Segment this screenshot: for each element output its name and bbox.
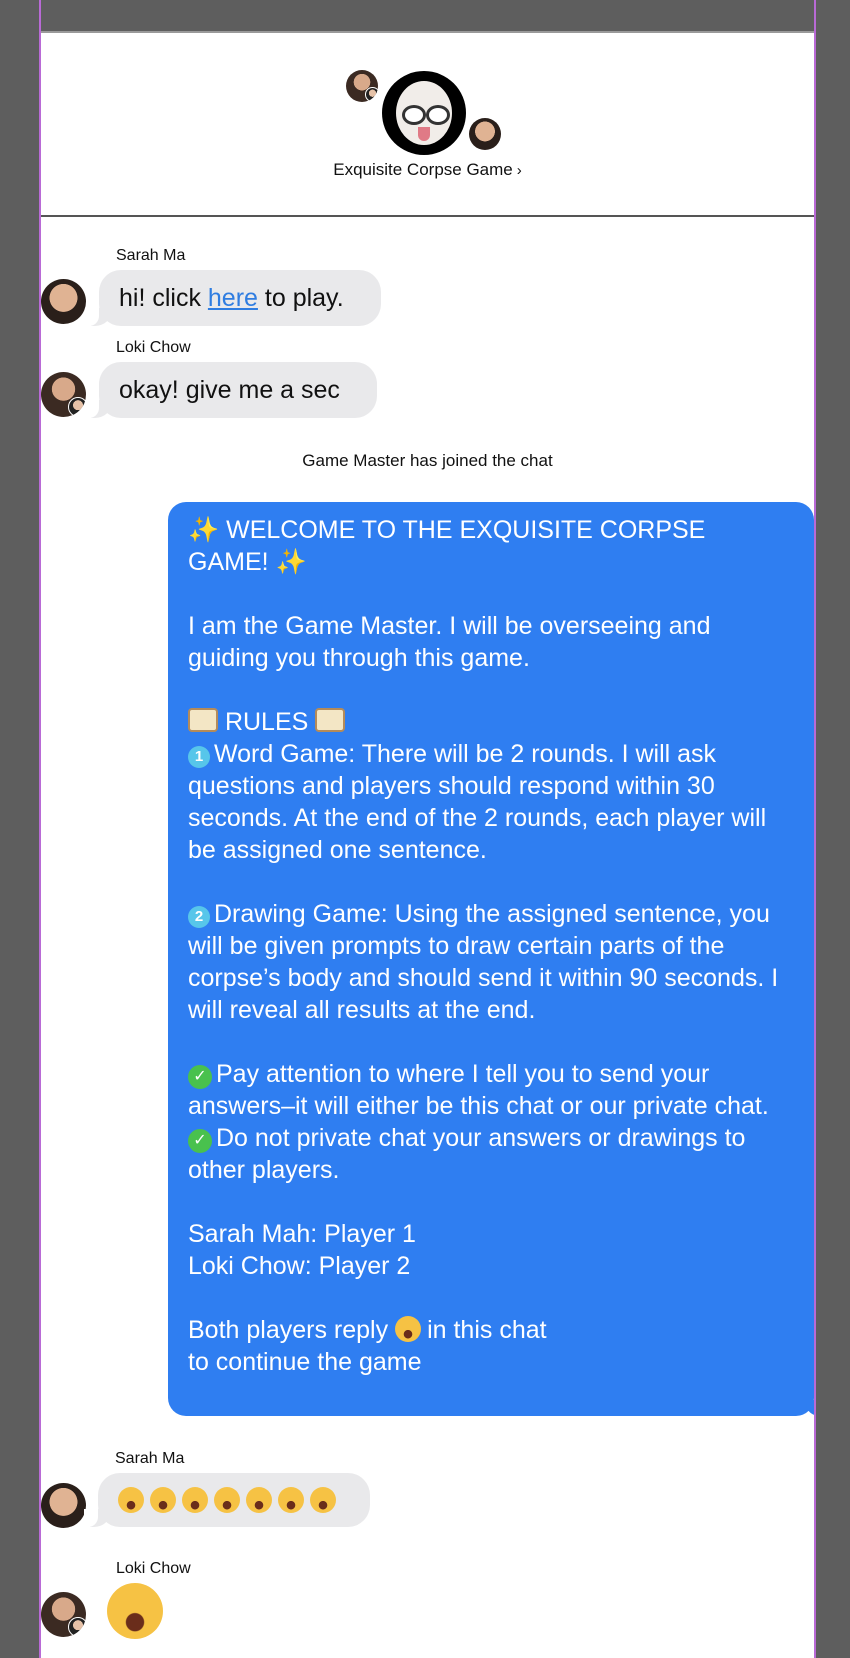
sparkles-icon: ✨ <box>275 548 307 576</box>
avatar[interactable] <box>41 372 86 417</box>
emoji-message-bubble <box>84 1473 370 1527</box>
check-mark-icon: ✓ <box>188 1129 212 1153</box>
message-bubble: hi! click here to play. <box>85 270 381 326</box>
closing-text: Both players reply <box>188 1316 389 1344</box>
welcome-title-2: GAME! <box>188 548 269 576</box>
avatar[interactable] <box>41 1592 86 1637</box>
avatar-small-right <box>469 118 501 150</box>
rule-two: Drawing Game: Using the assigned sentenc… <box>188 900 779 1024</box>
avatar[interactable] <box>41 279 86 324</box>
chevron-right-icon: › <box>516 162 522 179</box>
shocked-face-icon <box>107 1583 163 1639</box>
avatar[interactable] <box>41 1483 86 1528</box>
shocked-face-icon <box>150 1487 176 1513</box>
scroll-icon <box>188 708 218 732</box>
chat-header: Exquisite Corpse Game › <box>41 33 814 217</box>
emoji-row <box>118 1487 342 1513</box>
group-name: Exquisite Corpse Game <box>333 160 513 179</box>
keycap-one-icon: 1 <box>188 746 210 768</box>
shocked-face-icon <box>182 1487 208 1513</box>
sender-name: Loki Chow <box>116 1560 191 1577</box>
group-avatar-memoji[interactable] <box>382 71 466 155</box>
shocked-face-icon <box>310 1487 336 1513</box>
system-message: Game Master has joined the chat <box>302 451 553 470</box>
keycap-two-icon: 2 <box>188 906 210 928</box>
shocked-face-icon <box>118 1487 144 1513</box>
sparkles-icon: ✨ <box>188 516 220 544</box>
game-master-message: ✨ WELCOME TO THE EXQUISITE CORPSE GAME! … <box>168 502 814 1416</box>
message-text: hi! click <box>119 283 208 312</box>
sender-name: Sarah Ma <box>116 247 186 264</box>
play-link[interactable]: here <box>208 284 258 313</box>
chat-window: Exquisite Corpse Game › Sarah Ma hi! clic… <box>39 0 816 1658</box>
scroll-icon <box>315 708 346 732</box>
shocked-face-icon <box>246 1487 272 1513</box>
sender-name: Loki Chow <box>116 339 191 356</box>
rule-one: Word Game: There will be 2 rounds. I wil… <box>188 740 767 864</box>
welcome-title: WELCOME TO THE EXQUISITE CORPSE <box>226 516 706 544</box>
rules-heading: RULES <box>224 708 309 736</box>
shocked-face-icon <box>395 1316 422 1342</box>
intro-text: I am the Game Master. I will be overseei… <box>188 612 711 672</box>
shocked-face-icon <box>278 1487 304 1513</box>
top-bar <box>41 0 814 33</box>
sender-name: Sarah Ma <box>115 1450 185 1467</box>
avatar-small-left <box>346 70 378 102</box>
group-title[interactable]: Exquisite Corpse Game › <box>41 160 814 180</box>
check-mark-icon: ✓ <box>188 1065 212 1089</box>
message-bubble: okay! give me a sec <box>85 362 377 418</box>
player-two: Loki Chow: Player 2 <box>188 1252 411 1280</box>
player-one: Sarah Mah: Player 1 <box>188 1220 416 1248</box>
shocked-face-icon <box>214 1487 240 1513</box>
note-two: Do not private chat your answers or draw… <box>188 1124 746 1184</box>
message-text-end: to play. <box>257 283 344 312</box>
closing-line-2: to continue the game <box>188 1348 422 1376</box>
closing-text-2: in this chat <box>427 1316 547 1344</box>
note-one: Pay attention to where I tell you to sen… <box>188 1060 769 1120</box>
big-emoji-message <box>107 1583 169 1640</box>
message-text: okay! give me a sec <box>119 375 340 404</box>
